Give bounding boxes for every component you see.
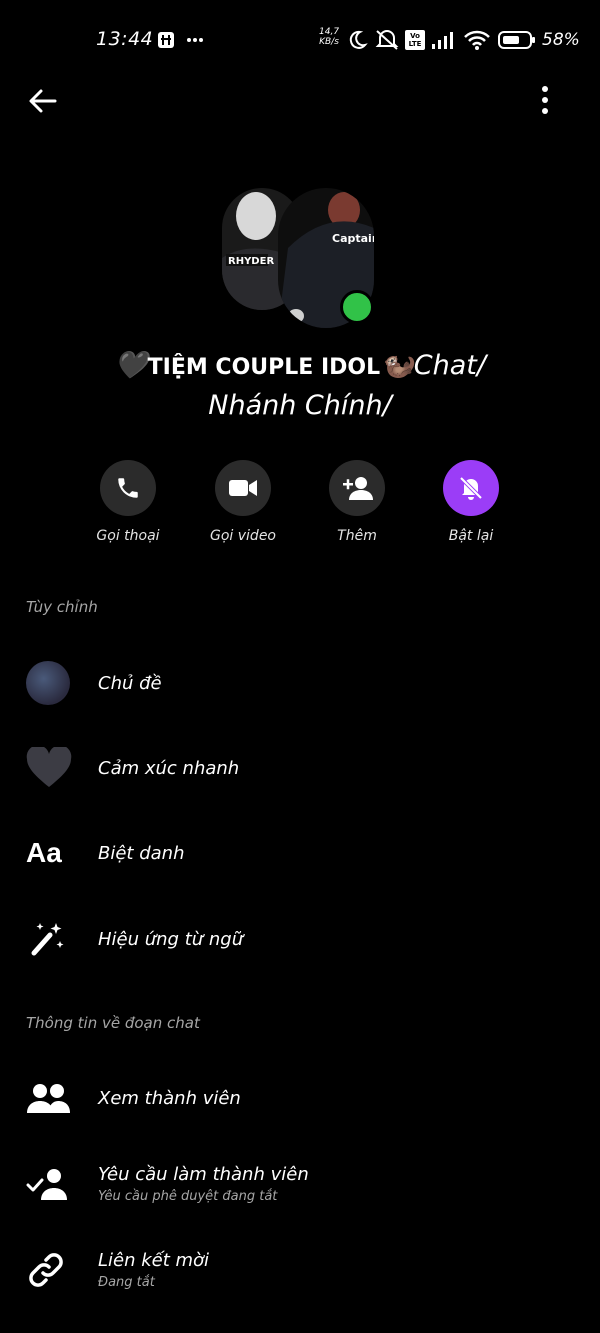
menu-item-nicknames[interactable]: Aa Biệt danh <box>0 823 600 883</box>
chat-title-bold: TIỆM COUPLE IDOL <box>147 355 381 380</box>
chat-title: 🖤TIỆM COUPLE IDOL🦦Chat/ Nhánh Chính/ <box>40 347 560 425</box>
status-bar: 13:44 14,7 KB/s Vo LTE 58% <box>0 0 600 80</box>
back-button[interactable] <box>26 84 60 118</box>
video-camera-icon <box>215 460 271 516</box>
menu-item-member-requests[interactable]: Yêu cầu làm thành viên Yêu cầu phê duyệt… <box>0 1154 600 1214</box>
section-heading-customize: Tùy chỉnh <box>26 598 98 616</box>
add-people-button[interactable]: Thêm <box>302 460 412 544</box>
voice-call-button[interactable]: Gọi thoại <box>73 460 183 544</box>
menu-item-quick-reaction[interactable]: Cảm xúc nhanh <box>0 738 600 798</box>
status-time: 13:44 <box>96 28 154 50</box>
member-request-icon <box>26 1169 67 1200</box>
add-person-icon <box>329 460 385 516</box>
chat-title-line2: Nhánh Chính/ <box>208 390 392 421</box>
video-call-button[interactable]: Gọi video <box>188 460 298 544</box>
more-notifications-icon <box>186 30 204 50</box>
members-icon <box>27 1084 70 1113</box>
magic-wand-icon <box>31 923 64 956</box>
text-aa-icon: Aa <box>26 837 62 868</box>
back-arrow-icon <box>29 89 57 113</box>
menu-item-theme[interactable]: Chủ đề <box>0 653 600 713</box>
chat-title-suffix: Chat/ <box>413 350 486 381</box>
notification-app-icon <box>156 30 176 50</box>
silent-icon <box>374 30 400 50</box>
svg-text:RHYDER: RHYDER <box>228 256 274 267</box>
battery-icon <box>498 30 536 50</box>
battery-percent: 58% <box>542 30 580 50</box>
moon-icon <box>346 30 368 50</box>
bell-muted-icon <box>443 460 499 516</box>
more-options-button[interactable] <box>532 84 558 118</box>
section-heading-chat-info: Thông tin về đoạn chat <box>26 1014 200 1032</box>
signal-icon <box>430 30 458 50</box>
menu-item-word-effects[interactable]: Hiệu ứng từ ngữ <box>0 909 600 969</box>
link-icon <box>29 1253 63 1287</box>
volte-icon: Vo LTE <box>405 30 425 50</box>
more-vertical-icon <box>542 86 548 114</box>
network-speed: 14,7 KB/s <box>319 27 340 47</box>
otter-emoji-icon: 🦦 <box>380 350 414 381</box>
unmute-button[interactable]: Bật lại <box>416 460 526 544</box>
menu-item-invite-link[interactable]: Liên kết mời Đang tắt <box>0 1240 600 1300</box>
wifi-icon <box>463 30 491 50</box>
black-heart-emoji-icon: 🖤 <box>114 350 148 381</box>
theme-icon <box>26 661 70 705</box>
online-status-dot <box>340 290 374 324</box>
black-heart-icon <box>26 747 72 787</box>
menu-item-view-members[interactable]: Xem thành viên <box>0 1068 600 1128</box>
phone-icon <box>100 460 156 516</box>
svg-text:Captain: Captain <box>332 232 374 245</box>
